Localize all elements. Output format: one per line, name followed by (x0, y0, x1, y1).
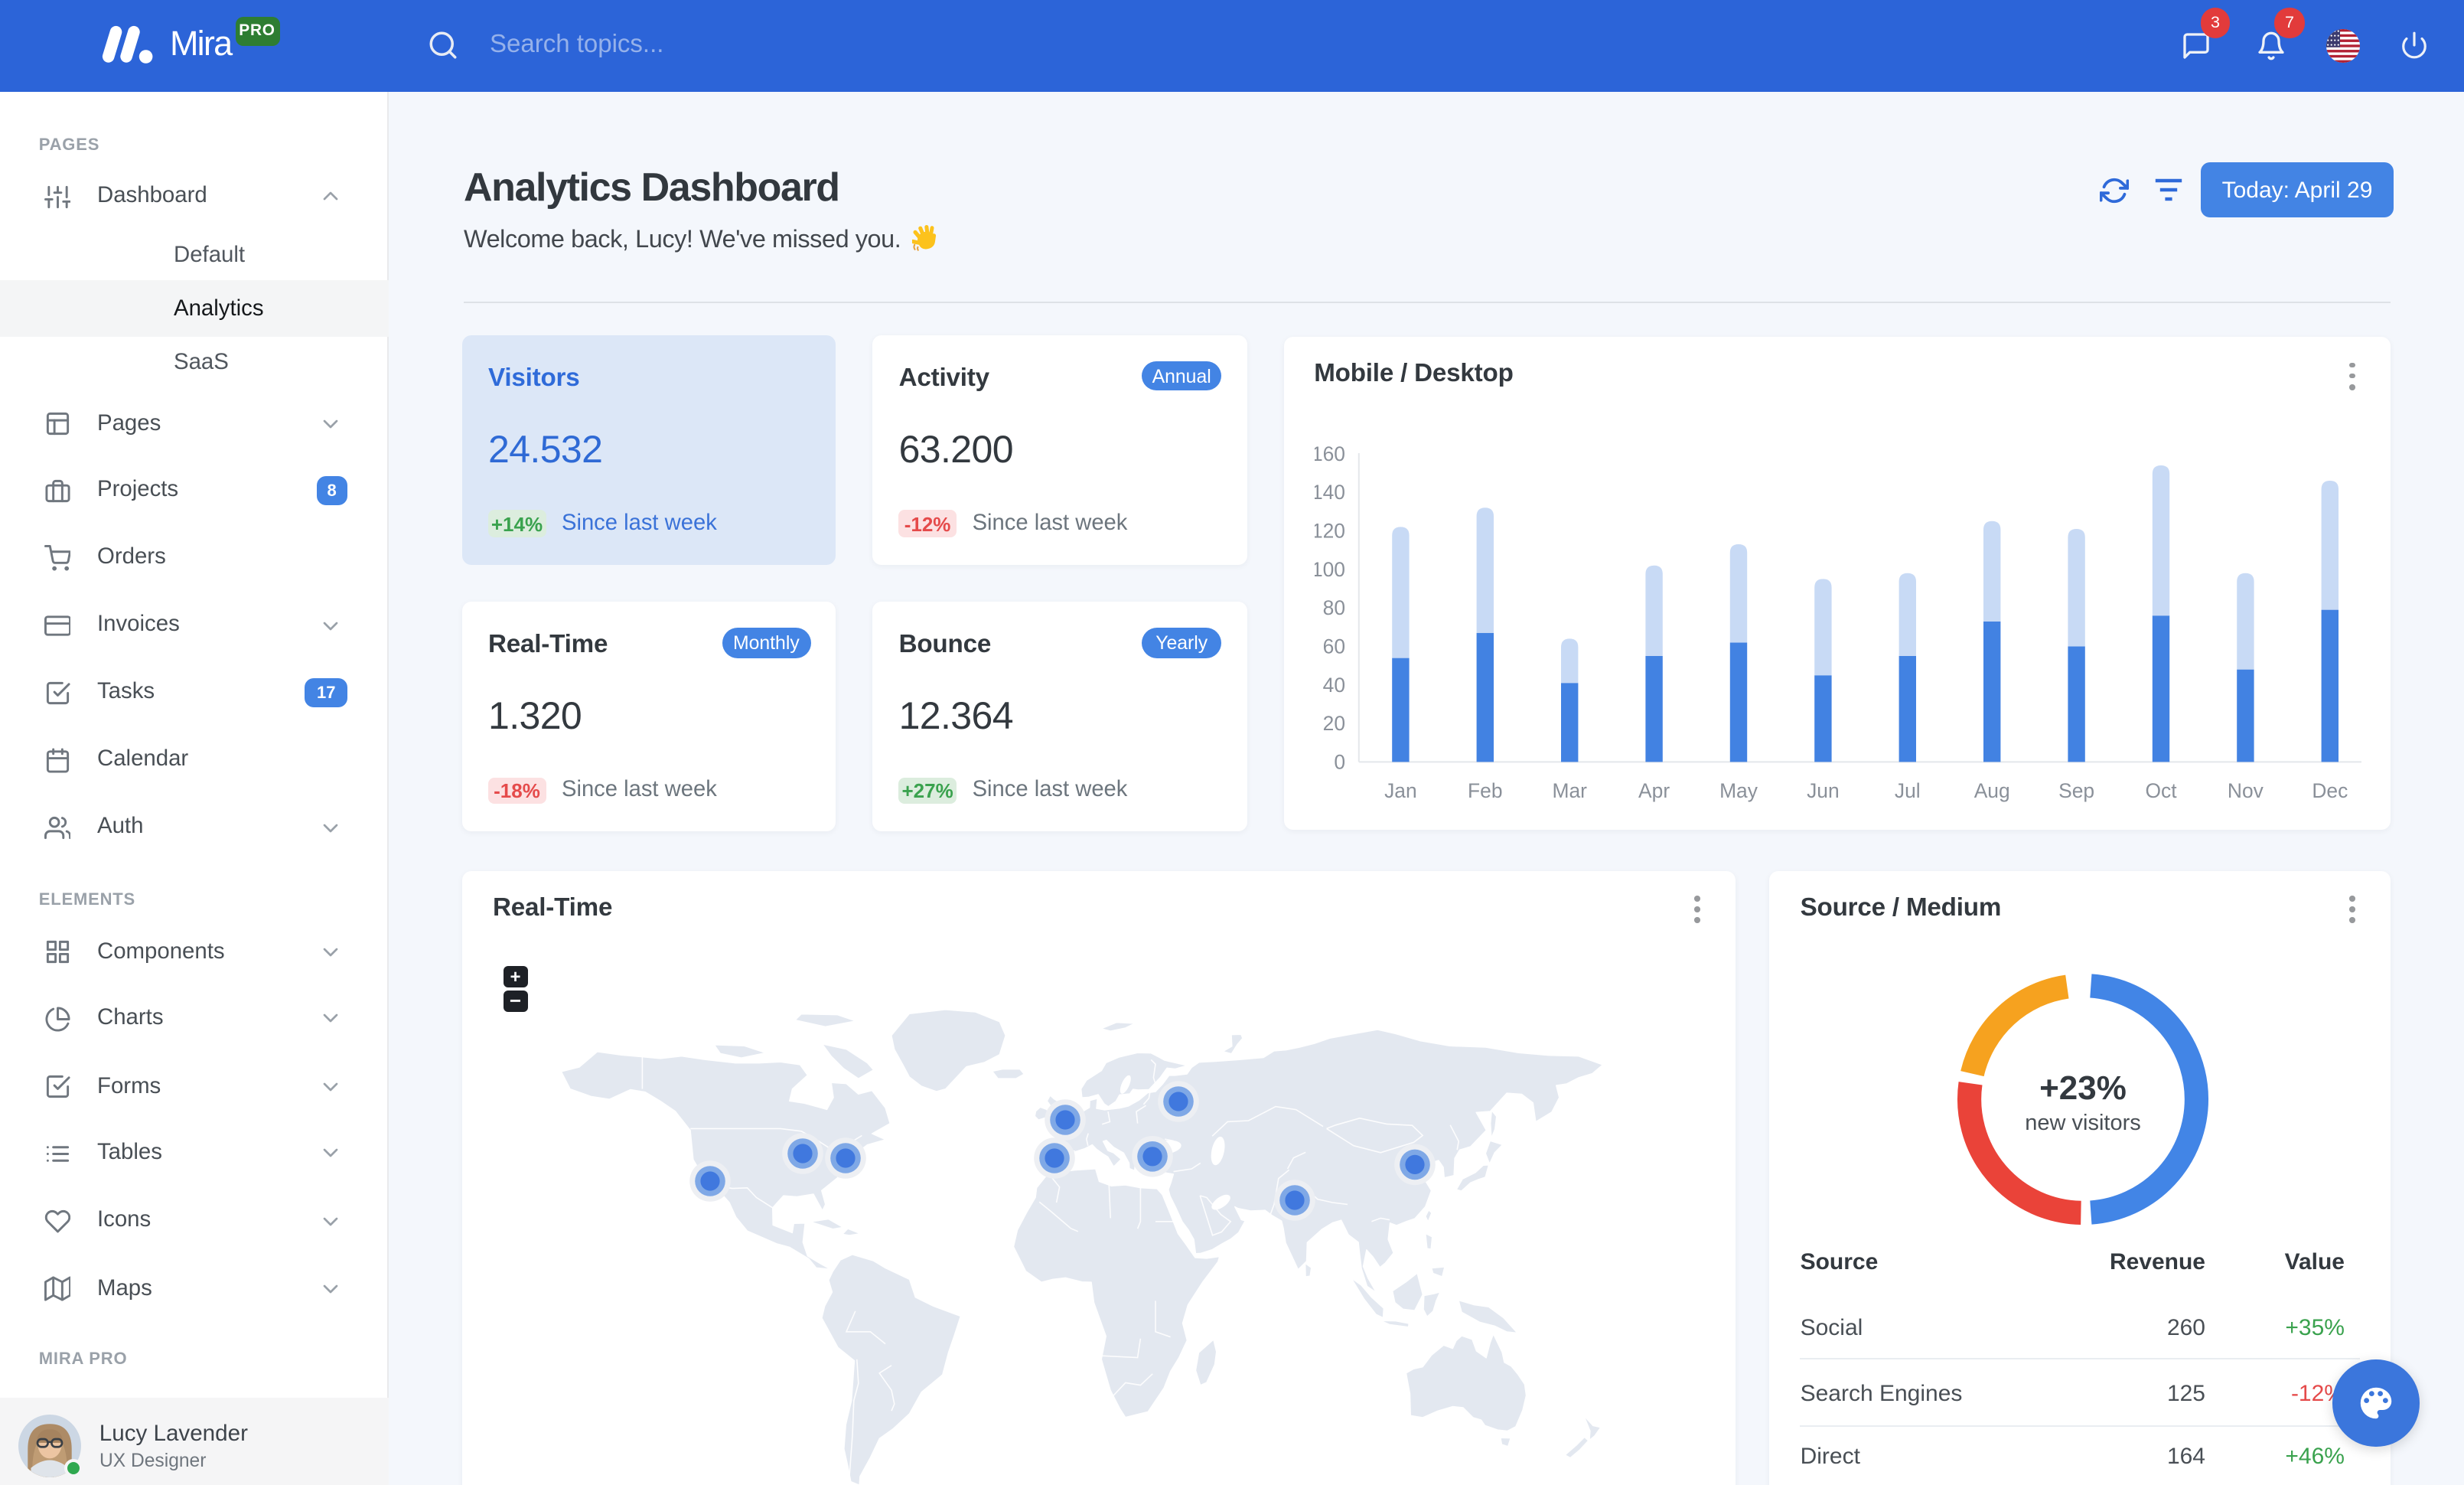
svg-text:Oct: Oct (2145, 779, 2177, 802)
svg-text:Jan: Jan (1384, 779, 1416, 802)
svg-text:100: 100 (1314, 558, 1344, 581)
svg-text:80: 80 (1322, 596, 1344, 619)
svg-text:0: 0 (1334, 750, 1345, 773)
svg-text:Mar: Mar (1552, 779, 1587, 802)
svg-text:Jul: Jul (1894, 779, 1920, 802)
svg-text:60: 60 (1322, 635, 1344, 658)
svg-text:Jun: Jun (1806, 779, 1839, 802)
svg-text:Feb: Feb (1467, 779, 1501, 802)
svg-text:Aug: Aug (1973, 779, 2009, 802)
svg-text:20: 20 (1322, 712, 1344, 735)
svg-text:Nov: Nov (2227, 779, 2264, 802)
svg-text:160: 160 (1314, 442, 1344, 465)
svg-text:120: 120 (1314, 519, 1344, 542)
svg-text:Apr: Apr (1638, 779, 1669, 802)
svg-text:Sep: Sep (2058, 779, 2094, 802)
svg-text:Dec: Dec (2312, 779, 2348, 802)
svg-text:140: 140 (1314, 481, 1344, 504)
svg-text:40: 40 (1322, 674, 1344, 697)
svg-text:May: May (1719, 779, 1758, 802)
